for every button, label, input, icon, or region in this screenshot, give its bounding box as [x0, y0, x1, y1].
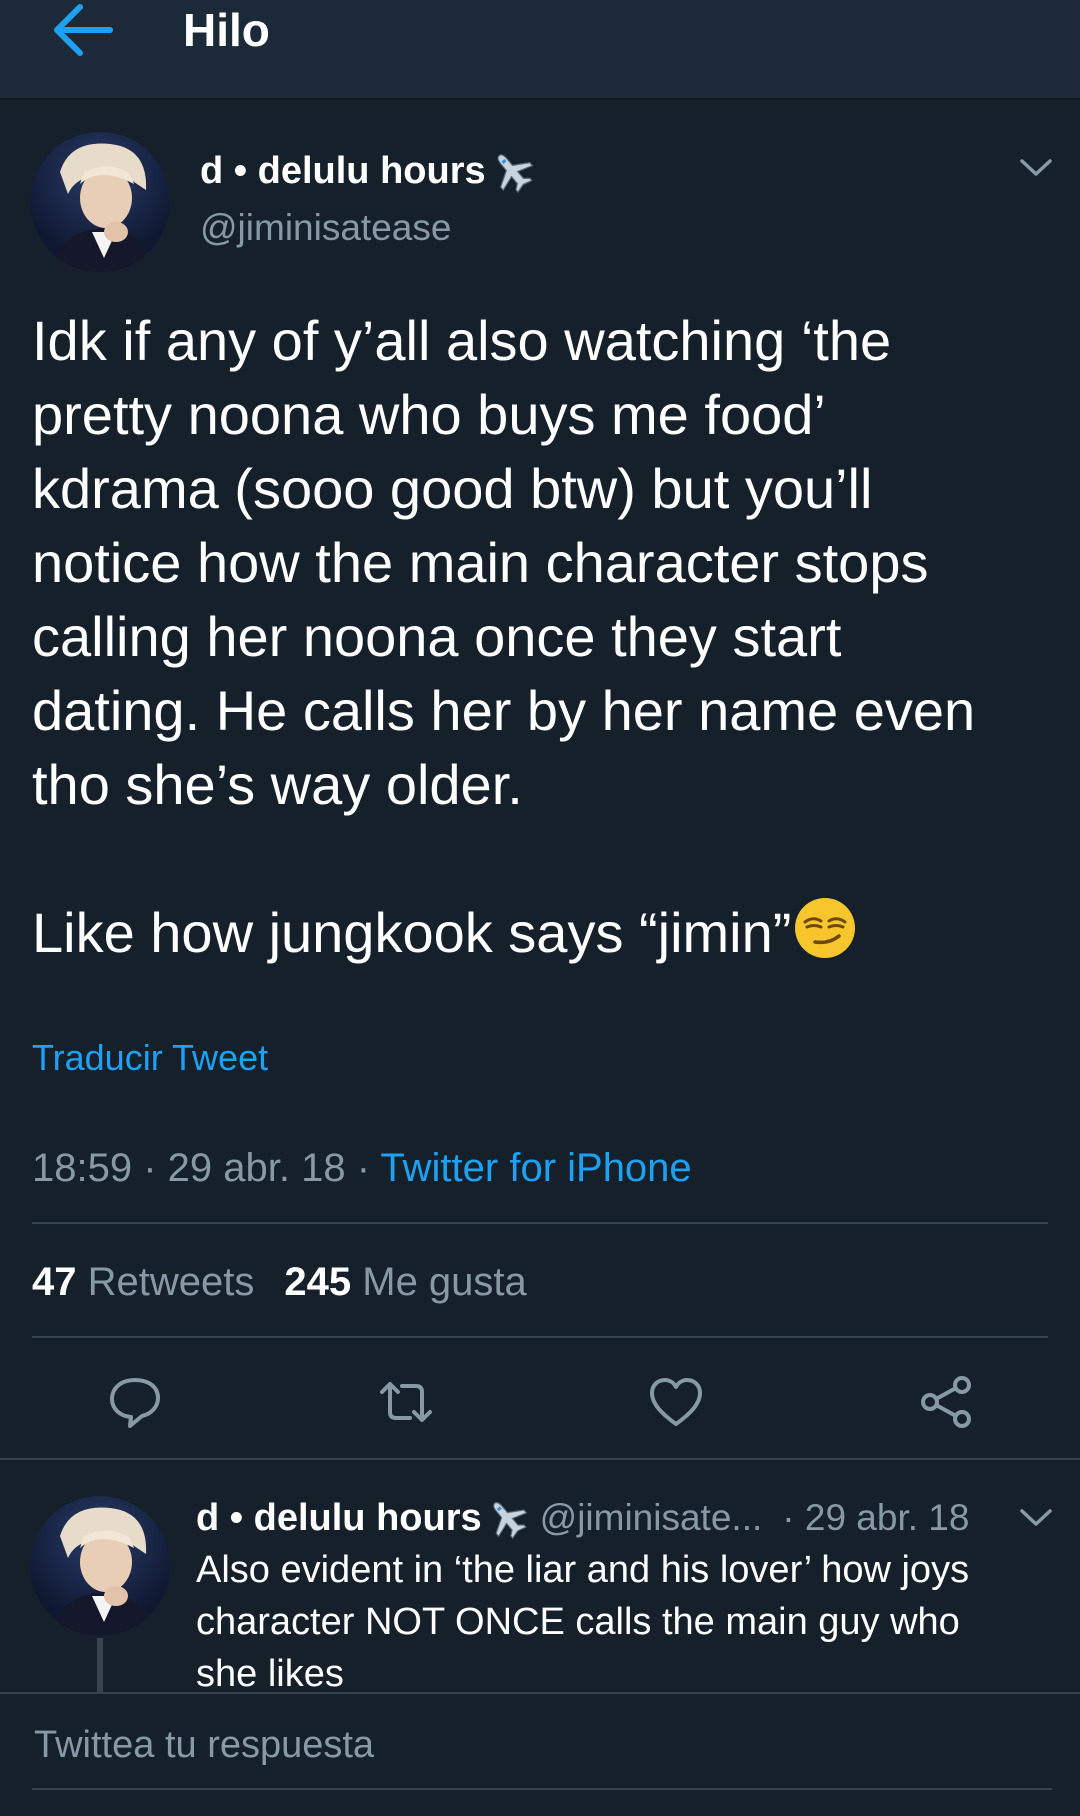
tweet-text-content: Idk if any of y’all also watching ‘the p…	[32, 309, 976, 964]
retweets-stat[interactable]: 47 Retweets	[32, 1260, 254, 1304]
top-bar: Hilo	[0, 0, 1080, 100]
back-arrow-icon[interactable]	[50, 2, 114, 58]
author-display-name: d • delulu hours	[200, 150, 486, 192]
reply-composer	[0, 1692, 1080, 1816]
reply-display-name: d • delulu hours	[196, 1497, 482, 1539]
likes-label: Me gusta	[362, 1260, 527, 1304]
author-handle[interactable]: @jiminisatease	[200, 206, 451, 250]
reply-input[interactable]	[32, 1702, 1052, 1790]
thread-line	[97, 1638, 103, 1692]
share-icon[interactable]	[918, 1374, 974, 1430]
tweet-text: Idk if any of y’all also watching ‘the p…	[32, 304, 1052, 970]
divider	[0, 1458, 1080, 1460]
retweets-label: Retweets	[87, 1260, 255, 1304]
chevron-down-icon[interactable]	[1018, 1506, 1054, 1530]
retweet-icon[interactable]	[378, 1374, 434, 1430]
airplane-emoji-icon	[490, 149, 534, 194]
reply-date: · 29 abr. 18	[782, 1497, 970, 1538]
tweet-stats: 47 Retweets 245 Me gusta	[32, 1258, 527, 1306]
page-title: Hilo	[183, 4, 270, 56]
likes-count: 245	[284, 1260, 352, 1304]
reply-header[interactable]: d • delulu hours @jiminisate... · 29 abr…	[196, 1494, 969, 1542]
tweet-meta: 18:59 · 29 abr. 18 · Twitter for iPhone	[32, 1146, 692, 1190]
reply-text[interactable]: Also evident in ‘the liar and his lover’…	[196, 1544, 1036, 1692]
tweet-date: 29 abr. 18	[167, 1146, 346, 1190]
smirk-emoji-icon	[793, 896, 857, 960]
reply-handle: @jiminisate...	[539, 1497, 763, 1538]
reply-avatar[interactable]	[30, 1496, 170, 1636]
tweet-time: 18:59	[32, 1146, 133, 1190]
likes-stat[interactable]: 245 Me gusta	[284, 1260, 526, 1304]
reply-icon[interactable]	[107, 1374, 163, 1430]
author-name-row[interactable]: d • delulu hours	[200, 146, 534, 196]
translate-tweet-link[interactable]: Traducir Tweet	[32, 1036, 268, 1080]
avatar[interactable]	[30, 132, 170, 272]
retweets-count: 47	[32, 1260, 77, 1304]
like-heart-icon[interactable]	[648, 1374, 704, 1430]
divider	[32, 1222, 1048, 1224]
tweet-source-link[interactable]: Twitter for iPhone	[380, 1146, 691, 1190]
divider	[32, 1336, 1048, 1338]
chevron-down-icon[interactable]	[1018, 156, 1054, 180]
airplane-emoji-icon	[486, 1497, 528, 1540]
